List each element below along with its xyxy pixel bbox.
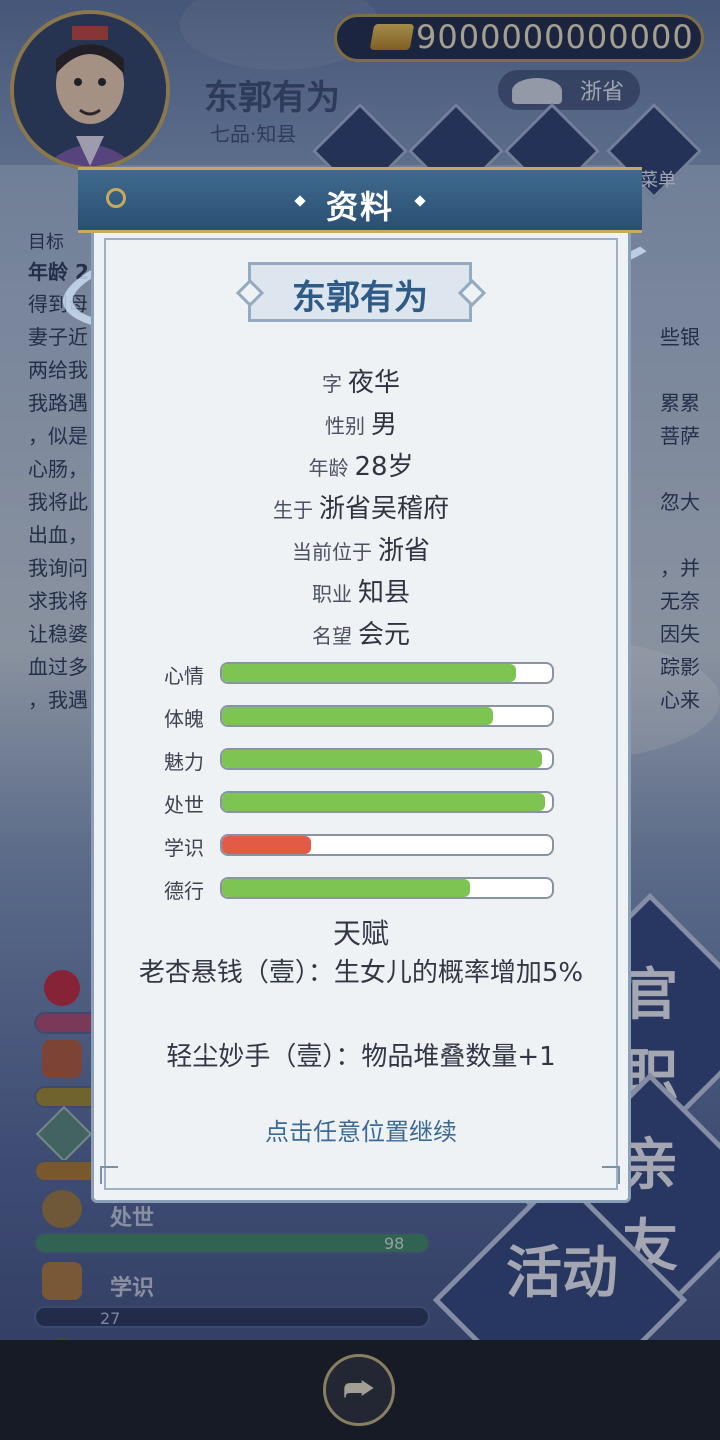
attr-fill: [222, 793, 546, 811]
attr-label: 体魄: [164, 707, 204, 731]
corner-ornament: [100, 1166, 118, 1184]
info-label: 字: [321, 372, 342, 396]
talent-item: 老杏悬钱（壹）：生女儿的概率增加5%: [138, 958, 584, 988]
info-label: 职业: [311, 582, 352, 606]
attr-fill: [222, 879, 470, 897]
header-ring-icon: [106, 188, 126, 208]
info-value: 浙省吴稽府: [318, 494, 449, 524]
info-label: 年龄: [308, 456, 349, 480]
attr-label: 德行: [164, 879, 204, 903]
attr-label: 心情: [164, 664, 204, 688]
info-value: 知县: [357, 578, 410, 608]
info-value: 浙省: [377, 536, 430, 566]
attr-label: 魅力: [164, 750, 204, 774]
attr-label: 处世: [164, 793, 204, 817]
info-label: 名望: [311, 624, 352, 648]
info-label: 性别: [324, 414, 365, 438]
info-age: 年龄 28岁: [104, 446, 618, 483]
info-reputation: 名望 会元: [104, 614, 618, 651]
talent-item: 轻尘妙手（壹）：物品堆叠数量+1: [166, 1042, 556, 1072]
info-courtesy-name: 字夜华: [104, 362, 618, 399]
continue-hint[interactable]: 点击任意位置继续: [104, 1112, 618, 1147]
info-current-location: 当前位于 浙省: [104, 530, 618, 567]
character-name: 东郭有为: [292, 278, 428, 318]
attr-bar-physique: [220, 705, 554, 727]
dialog-title: 资料: [325, 188, 394, 226]
attr-fill: [222, 664, 516, 682]
attr-bar-knowledge: [220, 834, 554, 856]
talent-title: 天赋: [332, 917, 389, 950]
attr-bar-virtue: [220, 877, 554, 899]
attr-fill: [222, 750, 543, 768]
info-value: 会元: [357, 620, 410, 650]
attr-bar-charm: [220, 748, 554, 770]
attr-label: 学识: [164, 836, 204, 860]
info-label: 当前位于: [291, 540, 372, 564]
info-label: 生于: [272, 498, 313, 522]
info-gender: 性别男: [104, 404, 618, 441]
info-value: 男: [370, 410, 397, 440]
attr-fill: [222, 836, 312, 854]
attr-bar-worldliness: [220, 791, 554, 813]
info-birthplace: 生于 浙省吴稽府: [104, 488, 618, 525]
attr-bar-mood: [220, 662, 554, 684]
attr-fill: [222, 707, 493, 725]
info-value: 28岁: [354, 452, 414, 482]
dialog-header: 资料: [78, 167, 642, 233]
corner-ornament: [602, 1166, 620, 1184]
info-value: 夜华: [347, 368, 400, 398]
info-occupation: 职业 知县: [104, 572, 618, 609]
